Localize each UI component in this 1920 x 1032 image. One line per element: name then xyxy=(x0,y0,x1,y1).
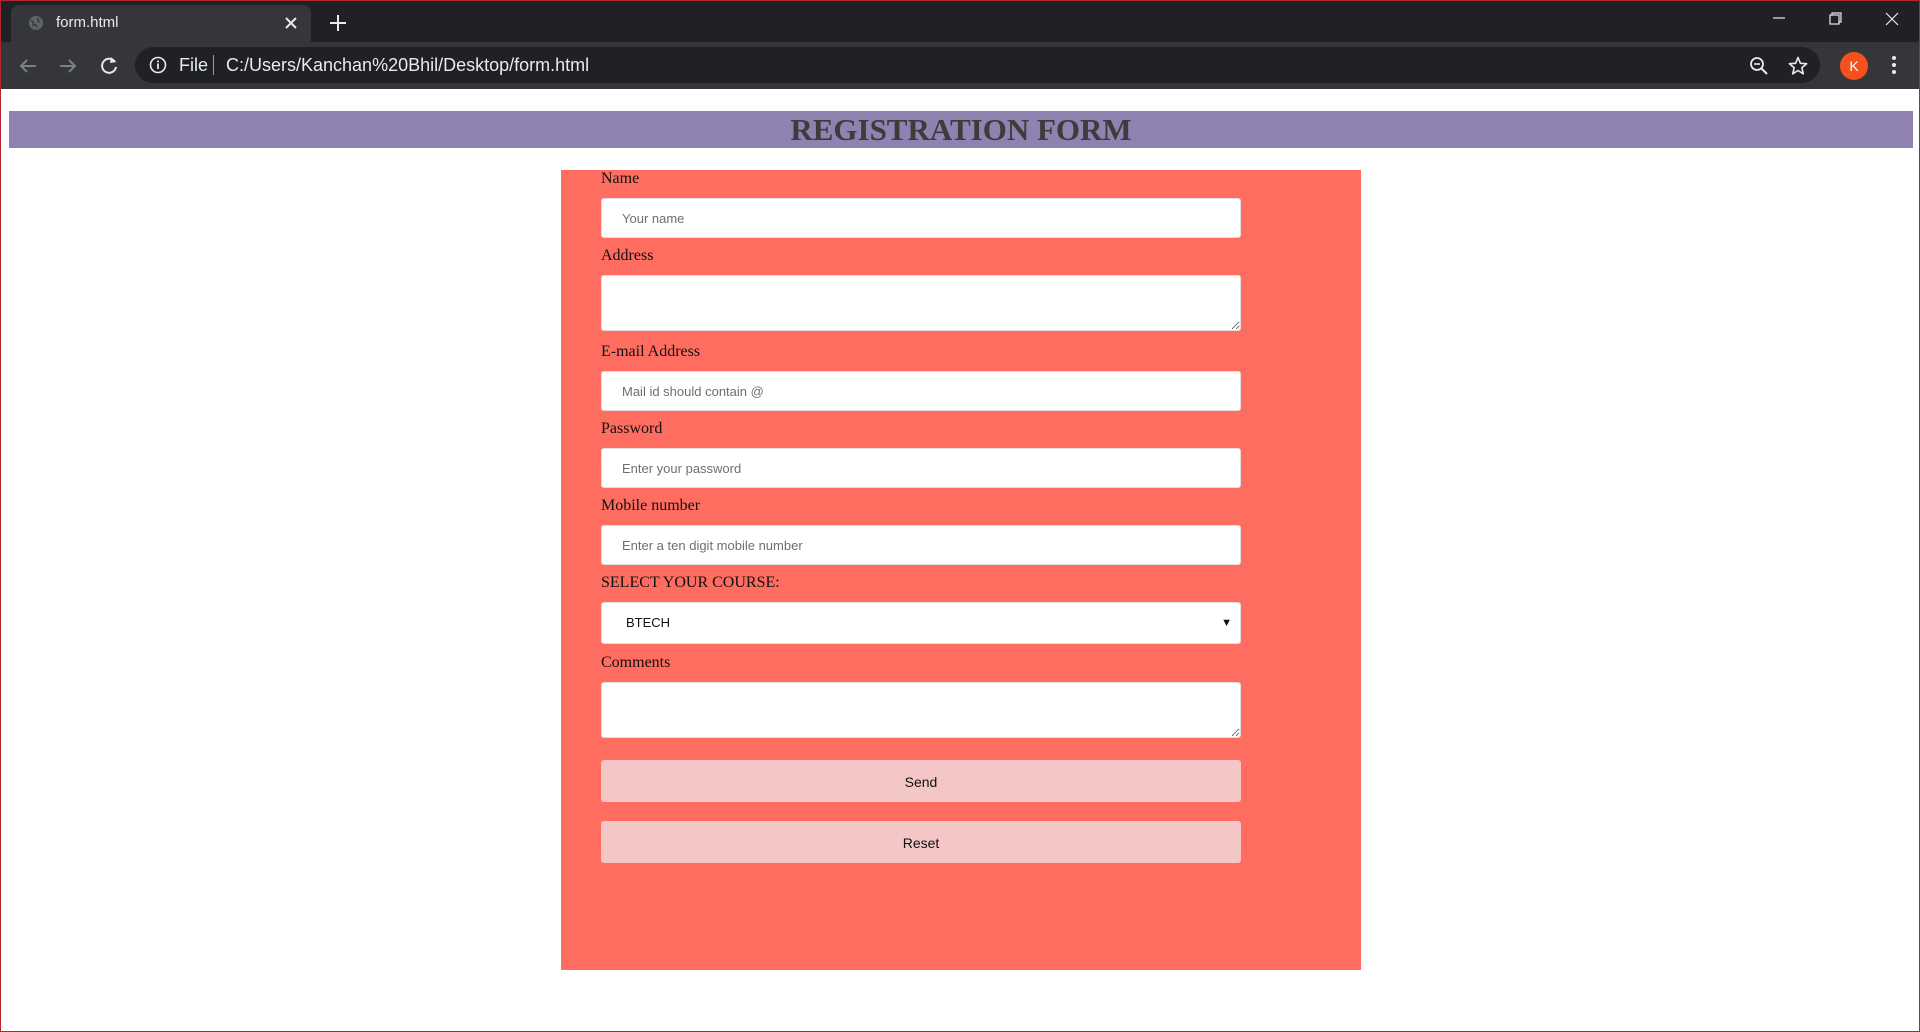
email-label: E-mail Address xyxy=(601,343,701,360)
comments-textarea[interactable] xyxy=(601,682,1241,738)
registration-form: Name Address E-mail Address Password Mob… xyxy=(561,170,1361,970)
close-window-icon[interactable] xyxy=(1878,7,1906,31)
browser-toolbar: File C:/Users/Kanchan%20Bhil/Desktop/for… xyxy=(1,42,1919,89)
browser-window: form.html File C:/Users/Kanchan%20Bhil/D… xyxy=(0,0,1920,1032)
course-selected-value: BTECH xyxy=(626,615,671,630)
more-menu-icon[interactable] xyxy=(1882,53,1906,77)
tab-strip: form.html xyxy=(1,1,1919,42)
mobile-input[interactable] xyxy=(601,525,1241,565)
address-textarea[interactable] xyxy=(601,275,1241,331)
restore-icon[interactable] xyxy=(1821,7,1849,31)
omnibox-divider xyxy=(213,55,214,75)
globe-icon xyxy=(29,16,43,30)
name-label: Name xyxy=(601,170,640,187)
info-icon[interactable] xyxy=(149,56,167,74)
email-input[interactable] xyxy=(601,371,1241,411)
forward-arrow-icon[interactable] xyxy=(54,52,82,80)
back-arrow-icon[interactable] xyxy=(14,52,42,80)
new-tab-icon[interactable] xyxy=(326,11,350,35)
url-text[interactable]: C:/Users/Kanchan%20Bhil/Desktop/form.htm… xyxy=(226,55,589,75)
send-button[interactable]: Send xyxy=(601,760,1241,802)
reload-icon[interactable] xyxy=(95,52,123,80)
password-input[interactable] xyxy=(601,448,1241,488)
comments-label: Comments xyxy=(601,654,671,671)
profile-avatar[interactable]: K xyxy=(1840,52,1868,80)
name-input[interactable] xyxy=(601,198,1241,238)
course-label: SELECT YOUR COURSE: xyxy=(601,574,780,591)
page-content: REGISTRATION FORM Name Address E-mail Ad… xyxy=(1,89,1919,1031)
close-tab-icon[interactable] xyxy=(281,13,301,33)
address-bar[interactable]: File C:/Users/Kanchan%20Bhil/Desktop/for… xyxy=(135,47,1820,83)
zoom-icon[interactable] xyxy=(1748,55,1770,77)
password-label: Password xyxy=(601,420,663,437)
tab-form-html[interactable]: form.html xyxy=(11,5,311,42)
bookmark-star-icon[interactable] xyxy=(1787,55,1809,77)
scheme-label: File xyxy=(179,55,209,75)
page-header: REGISTRATION FORM xyxy=(9,111,1913,148)
course-select[interactable]: BTECH ▼ xyxy=(601,602,1241,644)
tab-title: form.html xyxy=(56,14,119,31)
minimize-icon[interactable] xyxy=(1765,7,1793,31)
dropdown-arrow-icon: ▼ xyxy=(1221,617,1232,629)
page-title: REGISTRATION FORM xyxy=(790,112,1132,147)
reset-button[interactable]: Reset xyxy=(601,821,1241,863)
address-label: Address xyxy=(601,247,654,264)
mobile-label: Mobile number xyxy=(601,497,701,514)
